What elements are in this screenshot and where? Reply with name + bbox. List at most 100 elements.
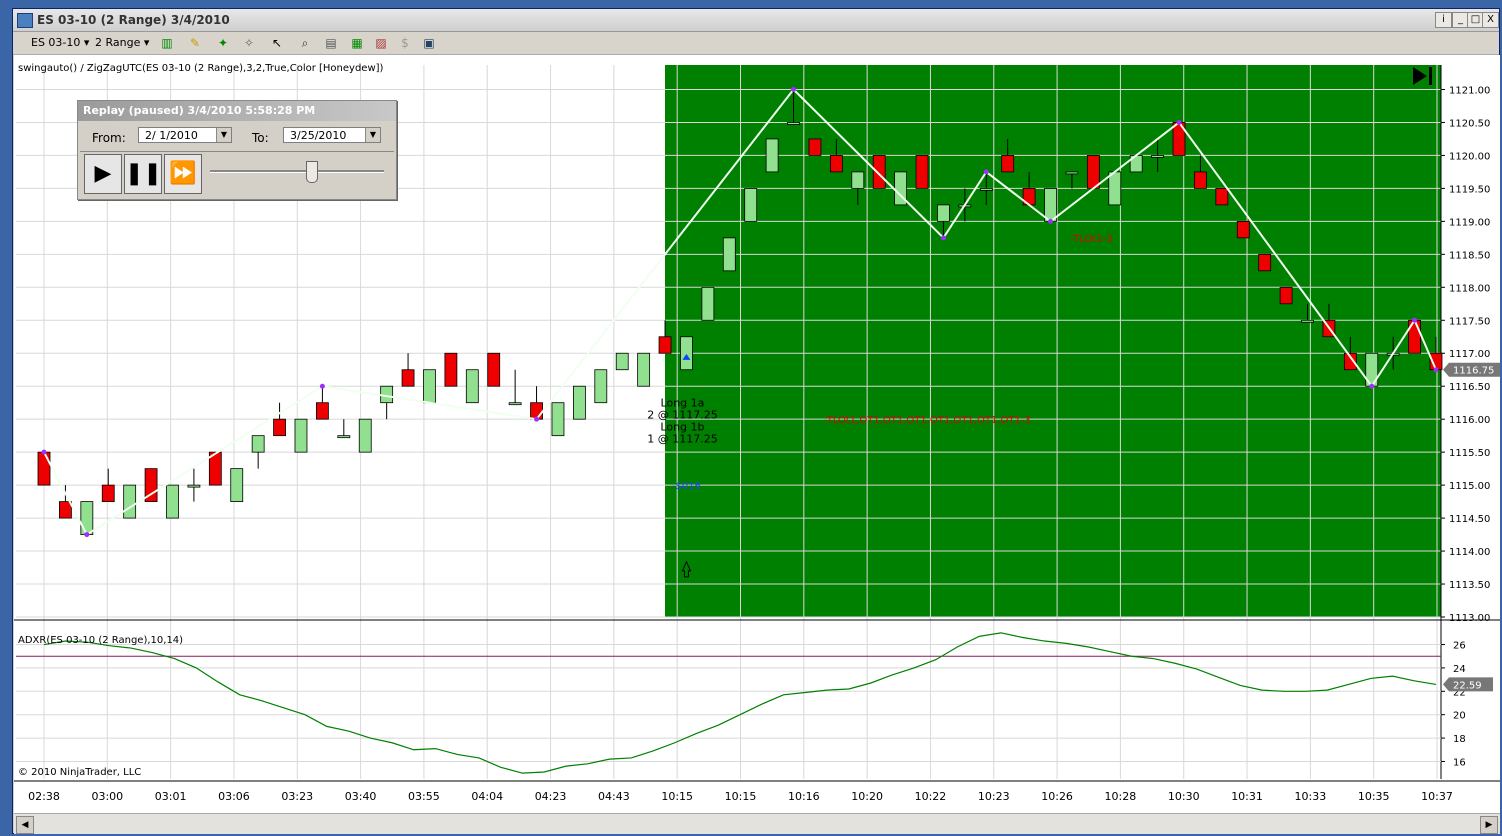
price-candle xyxy=(294,418,308,453)
info-button[interactable]: ⅰ xyxy=(1435,12,1452,28)
price-candle xyxy=(572,385,586,420)
bar-style-icon[interactable]: ▥ xyxy=(159,35,175,51)
price-candle xyxy=(80,501,94,535)
time-tick-label: 10:20 xyxy=(851,790,883,803)
chevron-down-icon: ▾ xyxy=(143,36,150,49)
price-tick-label: 1115.50 xyxy=(1449,448,1490,459)
strategy-icon[interactable]: ✧ xyxy=(241,35,257,51)
copyright-label: © 2010 NinjaTrader, LLC xyxy=(18,767,141,778)
close-button[interactable]: X xyxy=(1482,12,1499,28)
chart-trader-icon[interactable]: ▦ xyxy=(349,35,365,51)
swing-point-dot xyxy=(319,383,325,389)
price-tick-label: 1117.50 xyxy=(1449,316,1490,327)
time-tick-label: 10:22 xyxy=(915,790,947,803)
period-label: 2 Range xyxy=(95,36,141,49)
title-bar[interactable]: ES 03-10 (2 Range) 3/4/2010 ⅰ _ □ X xyxy=(13,9,1499,32)
adx-last-value: 22.59 xyxy=(1453,680,1482,691)
price-candle xyxy=(829,155,843,173)
instrument-selector[interactable]: ES 03-10 ▾ xyxy=(31,35,89,51)
session-background xyxy=(665,65,1441,617)
add-indicator-icon[interactable]: ✦ xyxy=(215,35,231,51)
adx-tick-label: 24 xyxy=(1453,664,1466,675)
price-candle xyxy=(1194,171,1207,189)
swing-point-dot xyxy=(1176,119,1182,125)
price-candle xyxy=(1151,155,1164,158)
price-candle xyxy=(1215,187,1229,206)
time-tick-label: 10:15 xyxy=(725,790,757,803)
price-candle xyxy=(915,155,929,189)
price-candle xyxy=(680,336,693,371)
pause-button[interactable]: ❚❚ xyxy=(124,154,162,194)
replay-title: Replay (paused) 3/4/2010 5:58:28 PM xyxy=(78,101,396,121)
price-candle xyxy=(787,122,800,125)
zoom-icon[interactable]: ⌕ xyxy=(297,35,313,51)
pause-icon: ❚❚ xyxy=(125,161,162,186)
price-candle xyxy=(1086,155,1100,189)
time-tick-label: 10:23 xyxy=(978,790,1010,803)
time-tick-label: 10:15 xyxy=(661,790,693,803)
play-button[interactable]: ▶ xyxy=(84,154,122,194)
properties-icon[interactable]: ▣ xyxy=(421,35,437,51)
to-label: To: xyxy=(252,131,269,145)
money-icon[interactable]: $ xyxy=(397,35,413,51)
time-tick-label: 03:01 xyxy=(155,790,187,803)
long-1b-fill-label: 1 @ 1117.25 xyxy=(647,433,717,446)
fast-forward-button[interactable]: ⏩ xyxy=(164,154,202,194)
price-candle xyxy=(401,369,415,387)
indicator-label: swingauto() / ZigZagUTC(ES 03-10 (2 Rang… xyxy=(18,63,384,74)
horizontal-scrollbar[interactable]: ◀ ▶ xyxy=(14,813,1500,834)
from-date-value: 2/ 1/2010 xyxy=(145,129,198,142)
chevron-down-icon[interactable]: ▼ xyxy=(365,128,380,142)
scroll-left-icon[interactable]: ◀ xyxy=(16,816,34,834)
price-candle xyxy=(1258,253,1272,272)
adx-tick-label: 18 xyxy=(1453,734,1466,745)
adx-tick-label: 20 xyxy=(1453,711,1466,722)
price-tick-label: 1116.50 xyxy=(1449,382,1490,393)
time-tick-label: 03:40 xyxy=(345,790,377,803)
swing-point-dot xyxy=(84,532,90,538)
price-tick-label: 1120.50 xyxy=(1449,118,1490,129)
time-tick-label: 04:04 xyxy=(471,790,503,803)
price-candle xyxy=(1001,155,1015,173)
to-date-select[interactable]: 3/25/2010 ▼ xyxy=(283,127,381,143)
price-candle xyxy=(230,468,244,503)
from-date-select[interactable]: 2/ 1/2010 ▼ xyxy=(138,127,232,143)
chevron-down-icon[interactable]: ▼ xyxy=(216,128,231,142)
time-tick-label: 10:30 xyxy=(1168,790,1200,803)
price-tick-label: 1114.00 xyxy=(1449,547,1490,558)
scroll-right-icon[interactable]: ▶ xyxy=(1480,816,1498,834)
price-candle xyxy=(594,369,608,404)
toolbar: ES 03-10 ▾ 2 Range ▾ ▥ ✎ ✦ ✧ ↖ ⌕ ▤ ▦ ▨ $… xyxy=(13,32,1499,55)
time-tick-label: 10:31 xyxy=(1231,790,1263,803)
replay-speed-track[interactable] xyxy=(210,170,384,173)
price-candle xyxy=(59,501,72,519)
swing-point-dot xyxy=(534,416,540,422)
pencil-icon[interactable]: ✎ xyxy=(187,35,203,51)
time-tick-label: 03:23 xyxy=(281,790,313,803)
swing-point-dot xyxy=(791,86,797,92)
go-to-end-bar xyxy=(1429,67,1432,85)
price-candle xyxy=(465,369,479,404)
price-candle xyxy=(123,484,137,519)
time-tick-label: 04:43 xyxy=(598,790,630,803)
performance-icon[interactable]: ▨ xyxy=(373,35,389,51)
swing-point-dot xyxy=(1433,367,1439,373)
adx-tick-label: 16 xyxy=(1453,757,1466,768)
data-box-icon[interactable]: ▤ xyxy=(323,35,339,51)
price-tick-label: 1114.50 xyxy=(1449,514,1490,525)
time-tick-label: 10:16 xyxy=(788,790,820,803)
price-candle xyxy=(551,402,565,437)
price-tick-label: 1116.00 xyxy=(1449,415,1490,426)
price-candle xyxy=(508,402,522,406)
period-selector[interactable]: 2 Range ▾ xyxy=(95,35,149,51)
cursor-icon[interactable]: ↖ xyxy=(269,35,285,51)
price-candle xyxy=(101,484,115,503)
price-tick-label: 1120.00 xyxy=(1449,151,1490,162)
time-tick-label: 10:37 xyxy=(1421,790,1453,803)
price-tick-label: 1118.50 xyxy=(1449,250,1490,261)
price-candle xyxy=(166,484,179,519)
time-tick-label: 04:23 xyxy=(535,790,567,803)
price-tick-label: 1113.00 xyxy=(1449,613,1490,624)
replay-speed-slider[interactable] xyxy=(306,161,318,183)
time-tick-label: 03:55 xyxy=(408,790,440,803)
